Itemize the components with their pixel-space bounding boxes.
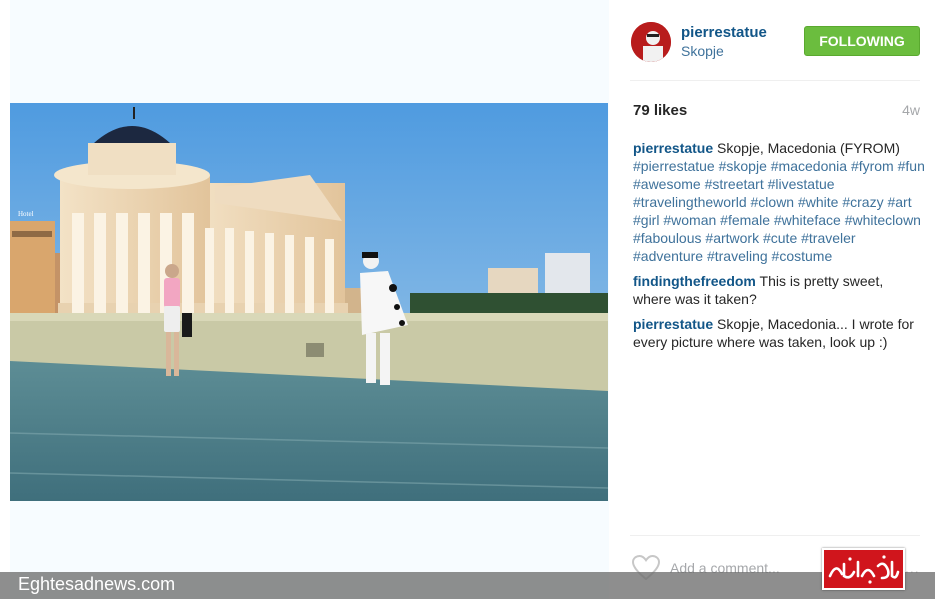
logo-lettering	[824, 550, 903, 588]
hashtag-link[interactable]: #costume	[772, 248, 833, 264]
hashtag-link[interactable]: #whiteclown	[845, 212, 921, 228]
post-header: pierrestatue Skopje FOLLOWING	[610, 0, 935, 82]
user-avatar[interactable]	[631, 22, 671, 62]
hashtag-link[interactable]: #traveling	[707, 248, 768, 264]
hashtag-link[interactable]: #white	[798, 194, 838, 210]
hashtag-link[interactable]: #artwork	[705, 230, 759, 246]
actions-divider	[630, 535, 920, 536]
hashtag-link[interactable]: #livestatue	[768, 176, 835, 192]
hashtag-link[interactable]: #streetart	[705, 176, 764, 192]
hashtag-link[interactable]: #fyrom	[851, 158, 894, 174]
post-details-panel: pierrestatue Skopje FOLLOWING 79 likes 4…	[610, 0, 935, 599]
hashtag-link[interactable]: #awesome	[633, 176, 701, 192]
hashtag-link[interactable]: #macedonia	[771, 158, 847, 174]
avatar-image	[631, 22, 671, 62]
hashtag-link[interactable]: #art	[887, 194, 911, 210]
hashtag-link[interactable]: #pierrestatue	[633, 158, 715, 174]
hashtag-link[interactable]: #girl	[633, 212, 659, 228]
hashtag-link[interactable]: #adventure	[633, 248, 703, 264]
header-divider	[630, 80, 920, 81]
header-username[interactable]: pierrestatue	[681, 24, 767, 41]
header-location[interactable]: Skopje	[681, 43, 724, 59]
watermark-logo	[822, 548, 905, 590]
hashtag-link[interactable]: #traveler	[801, 230, 855, 246]
hotel-sign: Hotel	[18, 210, 34, 218]
watermark-site-name: Eghtesadnews.com	[18, 574, 176, 594]
post-age[interactable]: 4w	[902, 102, 920, 118]
post-photo[interactable]: Hotel	[10, 103, 608, 501]
comments-list: pierrestatue Skopje, Macedonia (FYROM) #…	[633, 139, 925, 358]
comment-item: pierrestatue Skopje, Macedonia... I wrot…	[633, 315, 925, 351]
caption-comment: pierrestatue Skopje, Macedonia (FYROM) #…	[633, 139, 925, 265]
comment-item: findingthefreedom This is pretty sweet, …	[633, 272, 925, 308]
hashtag-link[interactable]: #fun	[898, 158, 925, 174]
hashtag-link[interactable]: #cute	[763, 230, 797, 246]
caption-hashtags: #pierrestatue #skopje #macedonia #fyrom …	[633, 158, 925, 264]
hashtag-link[interactable]: #clown	[751, 194, 795, 210]
following-button[interactable]: FOLLOWING	[804, 26, 920, 56]
wall-plaque	[306, 343, 324, 357]
photo-scene: Hotel	[10, 103, 608, 501]
caption-text: Skopje, Macedonia (FYROM)	[717, 140, 900, 156]
hashtag-link[interactable]: #skopje	[719, 158, 767, 174]
caption-username[interactable]: pierrestatue	[633, 140, 713, 156]
likes-count[interactable]: 79 likes	[633, 102, 687, 119]
hashtag-link[interactable]: #crazy	[842, 194, 883, 210]
hashtag-link[interactable]: #whiteface	[774, 212, 841, 228]
hashtag-link[interactable]: #faboulous	[633, 230, 702, 246]
hashtag-link[interactable]: #female	[720, 212, 770, 228]
hashtag-link[interactable]: #travelingtheworld	[633, 194, 747, 210]
comment-username[interactable]: pierrestatue	[633, 316, 713, 332]
hashtag-link[interactable]: #woman	[663, 212, 716, 228]
instagram-post: Hotel pierrestatue Skopje FOLLOWING 79 l…	[0, 0, 935, 599]
comment-username[interactable]: findingthefreedom	[633, 273, 756, 289]
